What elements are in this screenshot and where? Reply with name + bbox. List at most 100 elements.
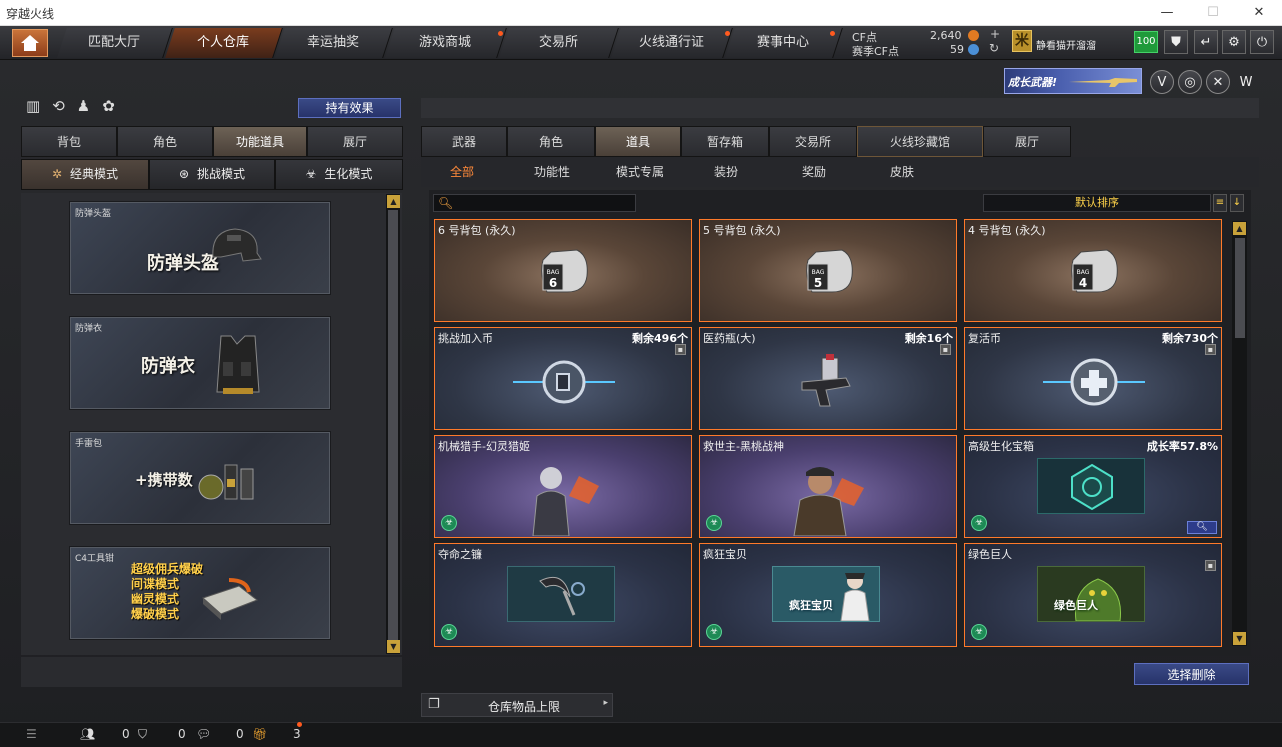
home-button[interactable] — [12, 29, 48, 57]
left-scroll-thumb[interactable] — [388, 210, 398, 640]
sort-order-icon[interactable]: ↓ — [1230, 194, 1244, 212]
trash-icon[interactable]: ▪ — [1205, 560, 1216, 571]
item-card-revive-coin[interactable]: 复活币 剩余730个 ▪ — [964, 327, 1222, 430]
item-card-bag-4[interactable]: 4 号背包 (永久) BAG 4 — [964, 219, 1222, 322]
biohazard-icon: ☣ — [971, 624, 987, 640]
item-card-bag-5[interactable]: 5 号背包 (永久) BAG 5 — [699, 219, 957, 322]
subtab-dress-up[interactable]: 装扮 — [714, 163, 738, 183]
minimize-button[interactable]: — — [1144, 0, 1190, 26]
mode-classic[interactable]: ✲ 经典模式 — [21, 159, 149, 190]
tab-exchange[interactable]: 交易所 — [499, 28, 619, 58]
grid-scroll-up[interactable]: ▲ — [1233, 222, 1246, 235]
sort-dropdown[interactable]: 默认排序 — [983, 194, 1211, 212]
item-card-vest[interactable]: 防弹衣 防弹衣 — [70, 317, 330, 409]
subtab-skins[interactable]: 皮肤 — [890, 163, 914, 183]
person-icon[interactable]: ♟ — [77, 97, 90, 115]
item-card-green-giant[interactable]: 绿色巨人 ▪ ☣ 绿色巨人 — [964, 543, 1222, 647]
w-logo-icon[interactable]: W — [1234, 70, 1258, 94]
tab-game-store[interactable]: 游戏商城 — [385, 28, 507, 58]
item-card-mech-hunter[interactable]: 机械猎手-幻灵猎姬 ☣ — [434, 435, 692, 538]
close-button[interactable]: ✕ — [1236, 0, 1282, 26]
search-detail-icon[interactable]: 🔍︎ — [1187, 521, 1217, 534]
mode-tabs: ✲ 经典模式 ⊛ 挑战模式 ☣ 生化模式 — [21, 159, 403, 190]
item-card-challenge-coin[interactable]: 挑战加入币 剩余496个 ▪ — [434, 327, 692, 430]
crossed-tools-icon[interactable]: ✕ — [1206, 70, 1230, 94]
trash-icon[interactable]: ▪ — [1205, 344, 1216, 355]
hold-effect-button[interactable]: 持有效果 — [298, 98, 401, 118]
left-footer — [21, 657, 402, 687]
tab-event-center[interactable]: 赛事中心 — [725, 28, 843, 58]
level-badge[interactable]: 100 — [1134, 31, 1158, 53]
menu-icon[interactable]: ☰ — [26, 727, 37, 741]
gear-icon[interactable]: ⚙ — [1222, 30, 1246, 54]
backpack-icon: BAG6 — [541, 249, 588, 293]
item-card-crazy-baby[interactable]: 疯狂宝贝 ☣ 疯狂宝贝 — [699, 543, 957, 647]
left-tabs: 背包 角色 功能道具 展厅 — [21, 126, 403, 157]
rank-v-icon[interactable]: V — [1150, 70, 1174, 94]
subtab-mode-exclusive[interactable]: 模式专属 — [616, 163, 664, 183]
search-box[interactable]: 🔍︎ — [433, 194, 636, 212]
promo-icon[interactable]: 米 — [1012, 30, 1032, 52]
stats-icon[interactable]: ▥ — [26, 97, 40, 115]
store-notify-dot — [498, 31, 503, 36]
chat-icon[interactable]: 💬︎ — [196, 727, 211, 741]
list-view-icon[interactable]: ≡ — [1213, 194, 1227, 212]
tab-lucky-draw[interactable]: 幸运抽奖 — [275, 28, 393, 58]
exit-icon[interactable]: ⏻ — [1250, 30, 1274, 54]
maximize-button[interactable]: ☐ — [1190, 0, 1236, 26]
search-input[interactable] — [454, 195, 632, 211]
item-card-medkit-large[interactable]: 医药瓶(大) 剩余16个 ▪ — [699, 327, 957, 430]
search-icon: 🔍︎ — [438, 196, 454, 210]
friends-icon[interactable]: 👥︎ — [80, 727, 95, 741]
subtab-all[interactable]: 全部 — [450, 163, 474, 183]
item-card-helmet[interactable]: 防弹头盔 防弹头盔 — [70, 202, 330, 294]
tab-character[interactable]: 角色 — [117, 126, 213, 157]
cf-coin-icon — [968, 30, 979, 41]
biohazard-mode-icon: ☣ — [305, 167, 317, 181]
item-card-bag-6[interactable]: 6 号背包 (永久) BAG 6 — [434, 219, 692, 322]
tab-roles[interactable]: 角色 — [507, 126, 595, 157]
svg-text:6: 6 — [549, 276, 557, 290]
shield-badge-icon[interactable]: ⛊ — [1164, 30, 1188, 54]
left-scroll-up[interactable]: ▲ — [387, 195, 400, 208]
tab-items[interactable]: 道具 — [595, 126, 681, 157]
tab-showroom[interactable]: 展厅 — [307, 126, 403, 157]
select-delete-button[interactable]: 选择删除 — [1134, 663, 1249, 685]
tab-match-lobby[interactable]: 匹配大厅 — [57, 28, 173, 58]
globe-icon[interactable]: ◎ — [1178, 70, 1202, 94]
grid-scroll-down[interactable]: ▼ — [1233, 632, 1246, 645]
grid-scroll-thumb[interactable] — [1235, 238, 1245, 338]
gift-icon[interactable]: 🎁︎ — [252, 727, 267, 741]
backpack-icon: BAG4 — [1071, 249, 1118, 293]
tab-right-showroom[interactable]: 展厅 — [983, 126, 1071, 157]
mode-challenge[interactable]: ⊛ 挑战模式 — [149, 159, 275, 190]
cycle-icon[interactable]: ⟲ — [52, 97, 65, 115]
tab-backpack[interactable]: 背包 — [21, 126, 117, 157]
plus-icon[interactable]: + — [990, 27, 1000, 41]
return-icon[interactable]: ↵ — [1194, 30, 1218, 54]
tab-collection-hall[interactable]: 火线珍藏馆 — [857, 126, 983, 157]
tab-battle-pass[interactable]: 火线通行证 — [611, 28, 733, 58]
growth-weapon-banner[interactable]: 成长武器! — [1004, 68, 1142, 94]
item-card-death-scythe[interactable]: 夺命之镰 ☣ — [434, 543, 692, 647]
item-card-advanced-zombie-box[interactable]: 高级生化宝箱 成长率57.8% ☣ 🔍︎ — [964, 435, 1222, 538]
shield-icon[interactable]: ⛉ — [138, 727, 147, 742]
item-card-grenade-pack[interactable]: 手雷包 +携带数 — [70, 432, 330, 524]
item-card-savior[interactable]: 救世主-黑桃战神 ☣ — [699, 435, 957, 538]
refresh-icon[interactable]: ↻ — [989, 41, 999, 55]
tab-personal-warehouse[interactable]: 个人仓库 — [165, 28, 283, 58]
left-scroll-down[interactable]: ▼ — [387, 640, 400, 653]
item-card-c4-pliers[interactable]: C4工具钳 超级佣兵爆破 间谍模式 幽灵模式 爆破模式 — [70, 547, 330, 639]
tab-trade[interactable]: 交易所 — [769, 126, 857, 157]
tab-function-items[interactable]: 功能道具 — [213, 126, 307, 157]
trash-icon[interactable]: ▪ — [940, 344, 951, 355]
mode-zombie[interactable]: ☣ 生化模式 — [275, 159, 403, 190]
subtab-functional[interactable]: 功能性 — [534, 163, 570, 183]
trash-icon[interactable]: ▪ — [675, 344, 686, 355]
warehouse-capacity-bar[interactable]: ❐ 仓库物品上限 ▸ — [421, 693, 613, 717]
tab-weapons[interactable]: 武器 — [421, 126, 507, 157]
character-hunter-icon — [532, 467, 599, 536]
tab-storage-box[interactable]: 暂存箱 — [681, 126, 769, 157]
bag-icon[interactable]: ✿ — [102, 97, 115, 115]
subtab-rewards[interactable]: 奖励 — [802, 163, 826, 183]
